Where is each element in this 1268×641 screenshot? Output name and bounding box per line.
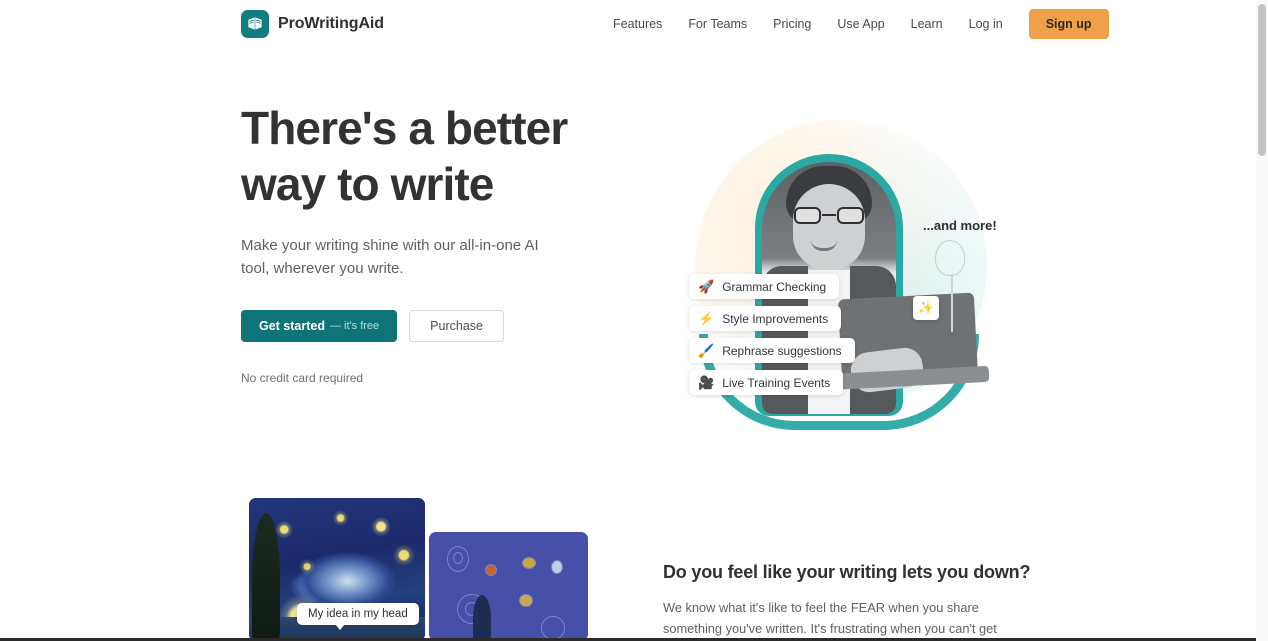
feature-badge-style-improvements: ⚡ Style Improvements	[689, 306, 842, 331]
nav-item-log-in[interactable]: Log in	[956, 12, 1016, 37]
person-face	[793, 184, 865, 270]
main-navigation: Features For Teams Pricing Use App Learn…	[600, 0, 1109, 48]
get-started-label: Get started	[259, 319, 325, 333]
and-more-label: ...and more!	[923, 218, 997, 233]
feature-badge-list: 🚀 Grammar Checking ⚡ Style Improvements …	[689, 274, 855, 395]
video-camera-icon: 🎥	[698, 375, 715, 390]
hero-title-line-2: way to write	[241, 158, 494, 210]
rocket-icon: 🚀	[698, 279, 715, 294]
starry-night-cypress	[252, 513, 280, 641]
nav-item-for-teams[interactable]: For Teams	[675, 12, 760, 37]
feature-badge-rephrase-suggestions: 🖌️ Rephrase suggestions	[689, 338, 855, 363]
feature-badge-label: Style Improvements	[722, 311, 829, 326]
get-started-suffix: — it's free	[330, 320, 380, 332]
idea-comparison-illustration: My idea in my head	[249, 498, 594, 641]
section-two-copy: Do you feel like your writing lets you d…	[663, 560, 1063, 641]
page-title: There's a better way to write	[241, 100, 641, 212]
idea-caption-pill: My idea in my head	[297, 603, 419, 630]
nav-item-pricing[interactable]: Pricing	[760, 12, 824, 37]
feature-badge-grammar-checking: 🚀 Grammar Checking	[689, 274, 840, 299]
page-root: ProWritingAid Features For Teams Pricing…	[0, 0, 1268, 641]
feature-badge-label: Live Training Events	[722, 375, 831, 390]
hero-subtitle: Make your writing shine with our all-in-…	[241, 237, 539, 277]
book-logo-icon	[241, 10, 269, 38]
sparkle-icon: ✨	[913, 296, 939, 320]
hero-illustration: ...and more! ✨ 🚀 Grammar Checking ⚡ Styl…	[655, 98, 1015, 438]
nav-item-features[interactable]: Features	[600, 12, 675, 37]
hero-title-line-1: There's a better	[241, 102, 568, 154]
hero-cta-group: Get started — it's free Purchase	[241, 310, 641, 342]
glasses-icon	[793, 207, 865, 224]
feature-badge-label: Rephrase suggestions	[722, 343, 842, 358]
hero-copy: There's a better way to write Make your …	[241, 100, 641, 385]
nav-item-learn[interactable]: Learn	[898, 12, 956, 37]
get-started-button[interactable]: Get started — it's free	[241, 310, 398, 342]
feature-badge-live-training-events: 🎥 Live Training Events	[689, 370, 844, 395]
page-scrollbar[interactable]	[1256, 0, 1268, 641]
feature-badge-label: Grammar Checking	[722, 279, 827, 294]
balloon-icon	[935, 240, 965, 276]
section-title: Do you feel like your writing lets you d…	[663, 562, 1031, 582]
section-body: We know what it's like to feel the FEAR …	[663, 600, 997, 636]
no-credit-card-note: No credit card required	[241, 371, 364, 385]
hero-section: There's a better way to write Make your …	[0, 48, 1256, 488]
paintbrush-icon: 🖌️	[698, 343, 715, 358]
scrollbar-thumb[interactable]	[1258, 4, 1266, 156]
brand-name: ProWritingAid	[278, 15, 384, 32]
sign-up-button[interactable]: Sign up	[1028, 8, 1109, 40]
simplified-painting-image	[429, 532, 588, 641]
lightning-icon: ⚡	[698, 311, 715, 326]
balloon-string	[951, 274, 953, 332]
brand-logo-link[interactable]: ProWritingAid	[241, 10, 384, 38]
site-header: ProWritingAid Features For Teams Pricing…	[0, 0, 1256, 48]
writing-lets-you-down-section: My idea in my head Do you feel like your…	[0, 488, 1256, 641]
nav-item-use-app[interactable]: Use App	[824, 12, 897, 37]
purchase-button[interactable]: Purchase	[409, 310, 504, 342]
